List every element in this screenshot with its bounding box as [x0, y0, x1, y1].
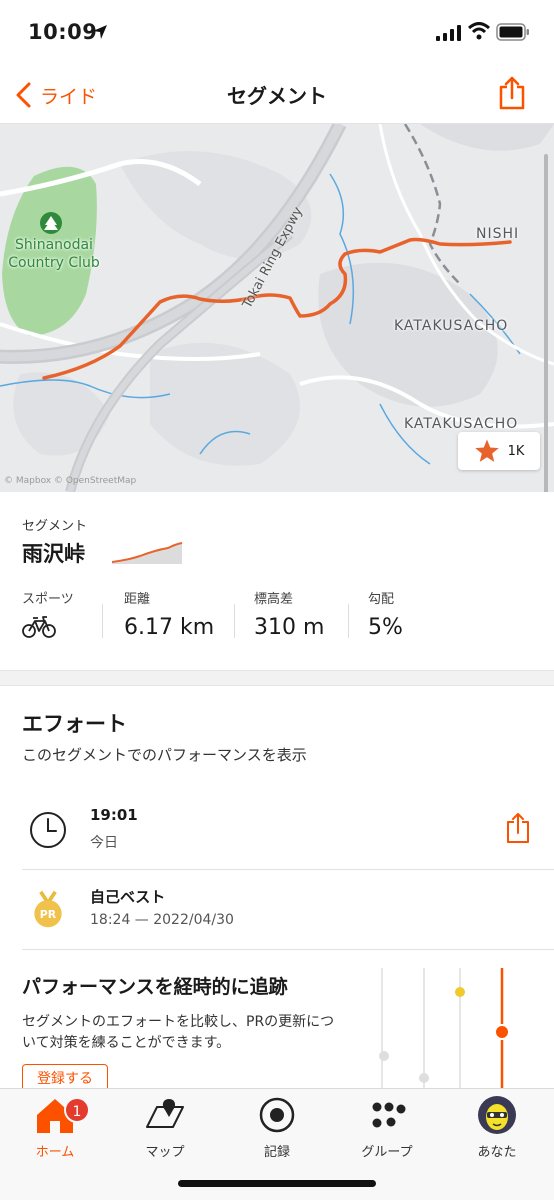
tab-record-label: 記録: [263, 1145, 290, 1160]
map-icon: [146, 1099, 184, 1128]
wifi-icon: [468, 22, 490, 40]
groups-icon: [372, 1102, 406, 1128]
stat-grade-value: 5%: [368, 615, 403, 640]
star-button[interactable]: 1K: [458, 432, 540, 470]
home-indicator: [178, 1180, 376, 1187]
segment-map[interactable]: Shinanodai Country Club Tokai Ring Expwy…: [0, 124, 554, 492]
stat-sport-label: スポーツ: [22, 592, 74, 607]
tab-you[interactable]: あなた: [442, 1095, 552, 1160]
scroll-indicator: [544, 154, 548, 492]
stat-distance-value: 6.17 km: [124, 615, 215, 640]
stat-divider: [348, 604, 349, 638]
segment-label: セグメント: [22, 519, 88, 534]
effort-row-pr[interactable]: PR 自己ベスト 18:24 — 2022/04/30: [22, 870, 554, 950]
record-icon: [259, 1097, 295, 1133]
star-icon: [474, 439, 499, 462]
map-label-club: Shinanodai Country Club: [8, 237, 100, 271]
clock-icon: [30, 812, 66, 848]
signal-icon: [436, 25, 461, 41]
stat-distance: 距離 6.17 km: [124, 588, 214, 640]
stat-grade: 勾配 5%: [368, 588, 403, 640]
stat-elevation-value: 310 m: [254, 615, 325, 640]
stat-elevation: 標高差 310 m: [254, 588, 324, 640]
efforts-subtitle: このセグメントでのパフォーマンスを表示: [22, 746, 307, 764]
performance-illustration: [379, 968, 510, 1090]
tab-groups-label: グループ: [361, 1145, 413, 1160]
pr-time-date: 18:24 — 2022/04/30: [90, 912, 234, 928]
share-icon[interactable]: [498, 76, 526, 110]
map-label-nishi: NISHI: [476, 226, 520, 242]
effort-row-today[interactable]: 19:01 今日: [22, 790, 554, 870]
tab-home-label: ホーム: [35, 1145, 75, 1160]
pr-badge-text: PR: [40, 908, 57, 921]
stat-grade-label: 勾配: [368, 592, 395, 607]
map-label-katakusacho-2: KATAKUSACHO: [404, 416, 519, 432]
elevation-profile-icon: [111, 542, 183, 564]
tab-map-label: マップ: [145, 1145, 185, 1160]
navigation-bar: ライド セグメント: [0, 66, 554, 124]
section-divider: [0, 670, 554, 686]
efforts-title: エフォート: [22, 712, 127, 736]
status-bar: 10:09: [0, 0, 554, 66]
avatar: [478, 1096, 516, 1134]
status-time: 10:09: [28, 20, 98, 44]
stat-sport: スポーツ: [22, 588, 74, 643]
effort-time: 19:01: [90, 806, 138, 824]
star-count: 1K: [507, 443, 525, 459]
tab-you-label: あなた: [477, 1145, 517, 1160]
bike-icon: [22, 616, 56, 638]
stat-divider: [102, 604, 103, 638]
map-attribution: © Mapbox © OpenStreetMap: [4, 476, 137, 486]
tab-map[interactable]: マップ: [110, 1095, 220, 1160]
share-icon[interactable]: [506, 812, 530, 844]
promo-description: セグメントのエフォートを比較し、PRの更新について対策を練ることができます。: [22, 1014, 335, 1051]
tab-groups[interactable]: グループ: [332, 1095, 442, 1160]
map-label-katakusacho-1: KATAKUSACHO: [394, 318, 509, 334]
notification-badge: 1: [64, 1097, 90, 1123]
tab-record[interactable]: 記録: [222, 1095, 332, 1160]
stat-divider: [234, 604, 235, 638]
battery-icon: [496, 23, 529, 41]
stat-elevation-label: 標高差: [254, 592, 294, 607]
pr-label: 自己ベスト: [90, 888, 166, 906]
segment-name: 雨沢峠: [22, 542, 85, 566]
tab-home[interactable]: ホーム 1: [0, 1095, 110, 1160]
page-title: セグメント: [227, 84, 327, 108]
effort-date: 今日: [90, 835, 118, 851]
pr-medal-icon: PR: [34, 890, 62, 928]
stat-distance-label: 距離: [124, 592, 151, 607]
promo-title: パフォーマンスを経時的に追跡: [22, 976, 288, 998]
segment-stats: スポーツ 距離 6.17 km 標高差 310 m 勾配 5%: [0, 588, 554, 650]
location-arrow-icon: [93, 25, 107, 39]
